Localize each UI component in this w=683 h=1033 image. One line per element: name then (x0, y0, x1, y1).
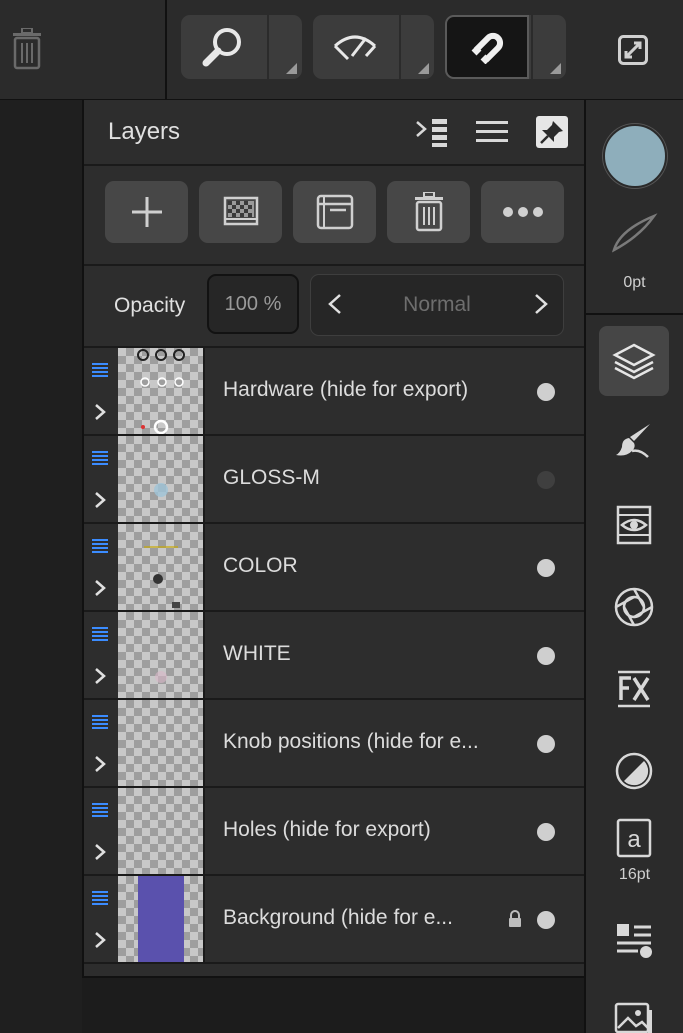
layers-icon[interactable] (599, 326, 669, 396)
blend-mode-value: Normal (403, 293, 471, 316)
layer-thumbnail[interactable] (118, 876, 205, 962)
layer-row[interactable]: Background (hide for e... (84, 876, 584, 964)
panel-title: Layers (108, 118, 181, 145)
delete-icon (414, 192, 443, 232)
layer-actions (84, 166, 584, 266)
layer-name[interactable]: GLOSS-M (223, 466, 523, 490)
opacity-label: Opacity (114, 294, 186, 317)
layer-list: Hardware (hide for export) GLOSS-M COLOR WH… (84, 348, 584, 964)
layer-row[interactable]: Knob positions (hide for e... (84, 700, 584, 788)
styles-icon[interactable] (599, 736, 669, 806)
layer-thumbnail[interactable] (118, 612, 205, 698)
layer-row[interactable]: COLOR (84, 524, 584, 612)
zoom-button[interactable] (181, 15, 302, 79)
visibility-toggle[interactable] (537, 559, 555, 577)
mask-icon (223, 196, 258, 226)
layer-thumbnail[interactable] (118, 524, 205, 610)
snapping-magnet-icon[interactable] (445, 15, 529, 79)
stroke-width-label: 0pt (623, 274, 646, 291)
drag-handle-icon[interactable] (91, 890, 109, 906)
brushes-icon[interactable] (599, 406, 669, 476)
stroke-icon[interactable] (610, 210, 658, 258)
visibility-toggle[interactable] (537, 471, 555, 489)
stock-icon[interactable] (599, 906, 669, 976)
trash-icon[interactable] (8, 26, 46, 72)
chevron-right-icon[interactable] (93, 930, 107, 950)
text-styles-icon[interactable]: a (599, 812, 669, 864)
snapping-button[interactable] (445, 15, 566, 79)
layer-row[interactable]: Hardware (hide for export) (84, 348, 584, 436)
layer-name[interactable]: Background (hide for e... (223, 906, 523, 930)
group-icon (316, 194, 353, 230)
visibility-toggle[interactable] (537, 735, 555, 753)
view-mode-options-toggle[interactable] (399, 15, 434, 79)
opacity-row: Opacity 100 % Normal (84, 266, 584, 348)
group-layers-button[interactable] (293, 181, 376, 243)
zoom-options-toggle[interactable] (267, 15, 302, 79)
chevron-left-icon[interactable] (325, 289, 345, 319)
visibility-toggle[interactable] (537, 823, 555, 841)
fx-icon[interactable] (599, 654, 669, 724)
lock-icon[interactable] (508, 910, 522, 928)
image-icon[interactable] (599, 990, 669, 1033)
layer-thumbnail[interactable] (118, 348, 205, 434)
adjustments-icon[interactable] (599, 490, 669, 560)
layer-name[interactable]: WHITE (223, 642, 523, 666)
snapping-options-toggle[interactable] (531, 15, 566, 79)
toolbar-divider (165, 0, 167, 99)
visibility-toggle[interactable] (537, 383, 555, 401)
view-mode-button[interactable] (313, 15, 434, 79)
chevron-right-icon[interactable] (93, 490, 107, 510)
delete-layer-button[interactable] (387, 181, 470, 243)
chevron-right-icon[interactable] (93, 754, 107, 774)
opacity-field[interactable]: 100 % (207, 274, 299, 334)
effects-icon[interactable] (599, 572, 669, 642)
add-layer-button[interactable] (105, 181, 188, 243)
blend-mode-selector[interactable]: Normal (310, 274, 564, 336)
layer-name[interactable]: Holes (hide for export) (223, 818, 523, 842)
layer-row[interactable]: WHITE (84, 612, 584, 700)
toolbar-divider (586, 313, 683, 315)
more-button[interactable] (481, 181, 564, 243)
list-icon[interactable] (474, 114, 510, 150)
drag-handle-icon[interactable] (91, 802, 109, 818)
layer-options-icon[interactable] (414, 114, 450, 150)
text-size-label: 16pt (618, 866, 651, 883)
add-layer-icon (131, 197, 162, 227)
drag-handle-icon[interactable] (91, 450, 109, 466)
layer-thumbnail[interactable] (118, 436, 205, 522)
chevron-right-icon[interactable] (93, 842, 107, 862)
layer-thumbnail[interactable] (118, 700, 205, 786)
studio-toolbar: 0pt a 16pt (584, 100, 683, 1033)
top-toolbar (0, 0, 683, 100)
chevron-right-icon[interactable] (93, 666, 107, 686)
drag-handle-icon[interactable] (91, 538, 109, 554)
panel-header: Layers (84, 100, 584, 166)
more-icon (502, 207, 543, 217)
visibility-toggle[interactable] (537, 647, 555, 665)
drag-handle-icon[interactable] (91, 714, 109, 730)
fullscreen-icon[interactable] (616, 33, 650, 67)
layer-row[interactable]: GLOSS-M (84, 436, 584, 524)
drag-handle-icon[interactable] (91, 362, 109, 378)
pin-icon[interactable] (536, 116, 568, 148)
drag-handle-icon[interactable] (91, 626, 109, 642)
chevron-right-icon[interactable] (531, 289, 551, 319)
layer-row[interactable]: Holes (hide for export) (84, 788, 584, 876)
layer-name[interactable]: Knob positions (hide for e... (223, 730, 523, 754)
layer-thumbnail[interactable] (118, 788, 205, 874)
layer-name[interactable]: Hardware (hide for export) (223, 378, 523, 402)
chevron-right-icon[interactable] (93, 578, 107, 598)
layer-name[interactable]: COLOR (223, 554, 523, 578)
view-mode-icon[interactable] (313, 15, 397, 79)
chevron-right-icon[interactable] (93, 402, 107, 422)
svg-text:a: a (627, 826, 641, 853)
fill-color-swatch[interactable] (603, 124, 667, 188)
canvas-area[interactable] (0, 100, 82, 1033)
mask-layer-button[interactable] (199, 181, 282, 243)
visibility-toggle[interactable] (537, 911, 555, 929)
layers-panel: Layers Opacity 100 % Normal Hardware (hi… (82, 100, 584, 978)
zoom-icon[interactable] (181, 15, 265, 79)
